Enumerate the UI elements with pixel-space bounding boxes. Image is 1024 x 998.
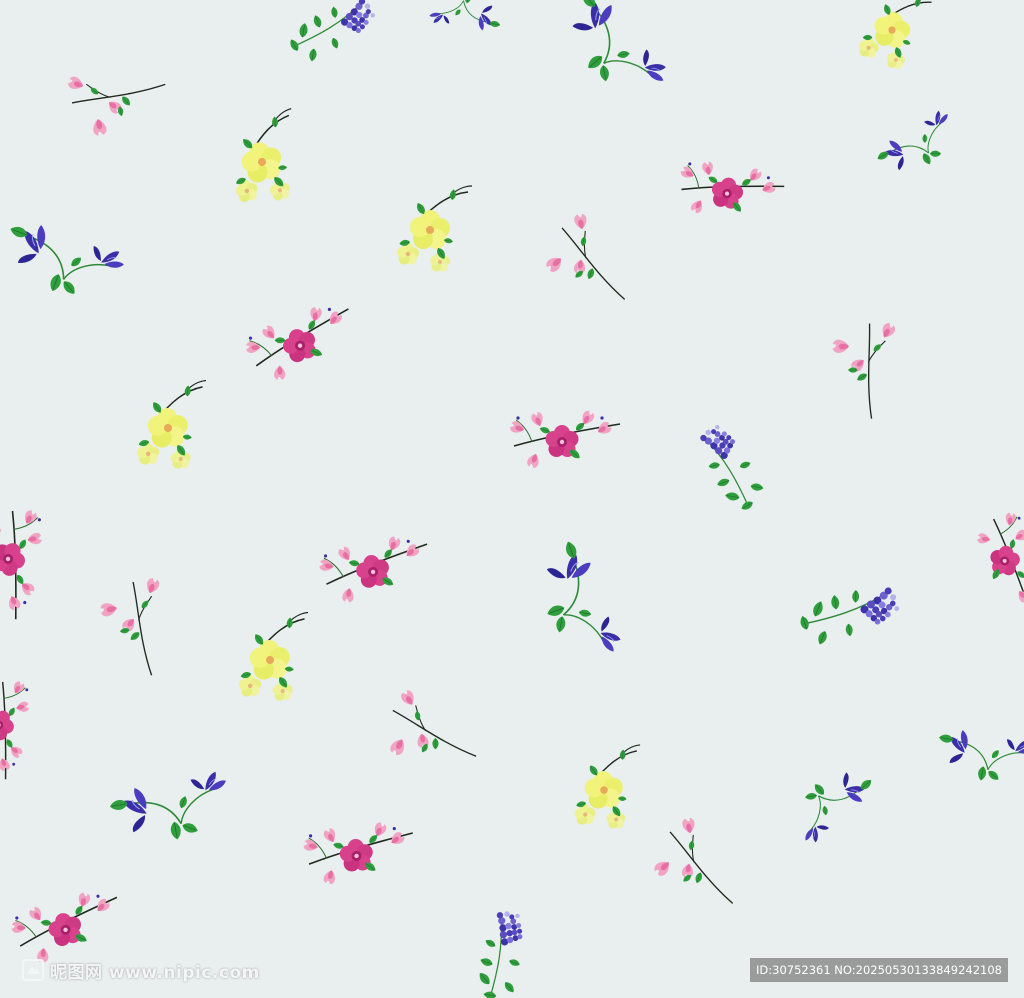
pink-flower-motif	[0, 674, 36, 782]
pink-sprig-motif	[828, 315, 924, 423]
floral-pattern	[0, 0, 1024, 998]
yellow-flower-motif	[397, 186, 472, 272]
pink-flower-motif	[0, 502, 50, 622]
lavender-motif	[466, 906, 541, 998]
watermark-id-badge: ID:30752361 NO:20250530133849242108	[750, 958, 1008, 982]
bluebell-motif	[872, 91, 963, 191]
yellow-flower-motif	[219, 109, 314, 211]
nipic-logo-icon	[22, 959, 44, 981]
leaf-motif	[423, 0, 506, 50]
pink-flower-motif	[239, 295, 364, 389]
yellow-flower-motif	[131, 381, 213, 473]
watermark-left: 昵图网 www.nipic.com	[22, 957, 260, 983]
pink-sprig-motif	[60, 37, 173, 142]
pink-sprig-motif	[648, 811, 761, 916]
watermark-id-text: ID:30752361 NO:20250530133849242108	[756, 963, 1002, 977]
pink-flower-motif	[972, 509, 1024, 617]
flower-motif-group	[0, 0, 1024, 998]
pink-sprig-motif	[540, 207, 653, 312]
pink-flower-motif	[315, 529, 435, 607]
lavender-motif	[696, 417, 771, 518]
bluebell-motif	[512, 533, 655, 671]
pink-sprig-motif	[94, 570, 199, 683]
watermark-left-text: 昵图网 www.nipic.com	[50, 962, 260, 983]
pink-sprig-motif	[385, 686, 486, 770]
lavender-motif	[796, 584, 903, 649]
lavender-motif	[282, 0, 383, 68]
bluebell-motif	[932, 704, 1024, 798]
yellow-flower-motif	[233, 613, 315, 705]
pink-flower-motif	[301, 818, 417, 887]
bluebell-motif	[789, 754, 877, 858]
pink-flower-motif	[673, 154, 787, 228]
bluebell-motif	[549, 0, 688, 103]
yellow-flower-motif	[856, 0, 936, 73]
yellow-flower-motif	[569, 745, 647, 832]
pink-flower-motif	[509, 409, 620, 469]
bluebell-motif	[1, 206, 131, 307]
bluebell-motif	[101, 733, 244, 871]
